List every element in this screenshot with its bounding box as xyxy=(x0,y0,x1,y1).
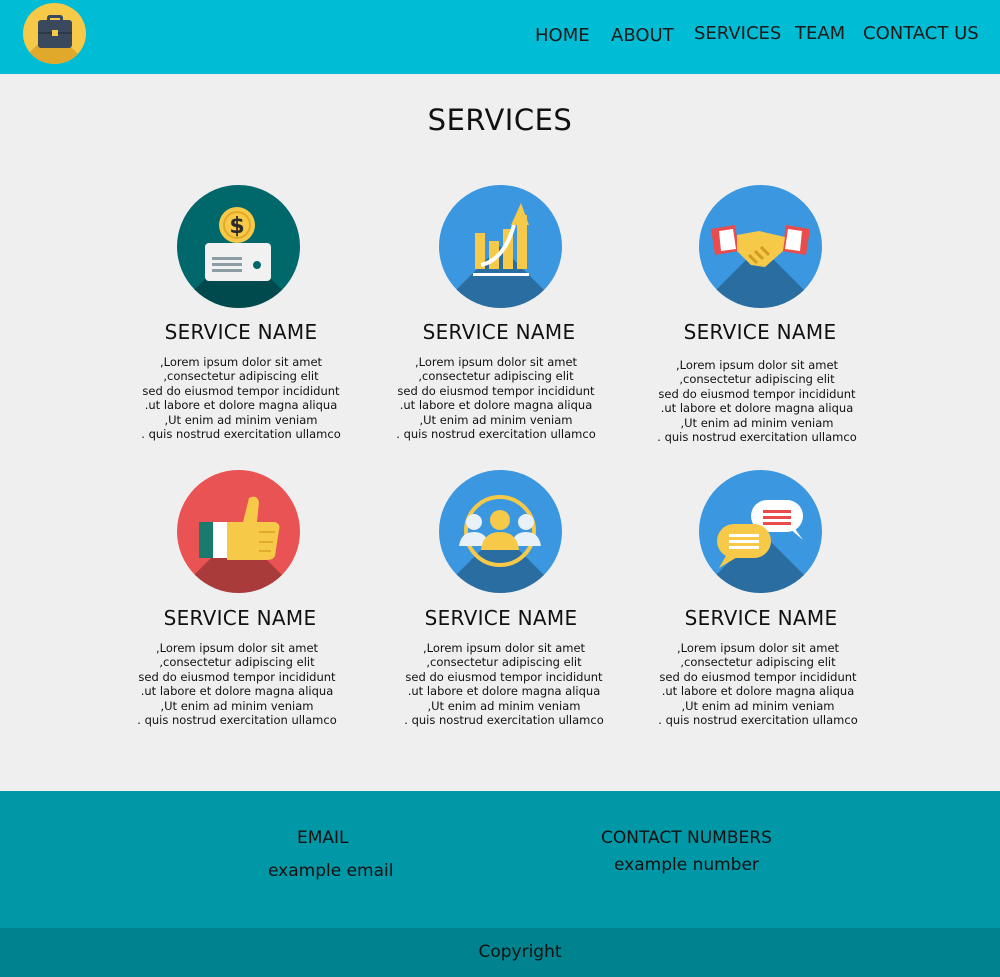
service-name: SERVICE NAME xyxy=(684,606,838,630)
nav-about[interactable]: ABOUT xyxy=(611,25,674,46)
chat-bubbles-icon xyxy=(699,470,822,593)
service-name: SERVICE NAME xyxy=(424,606,578,630)
page-title: SERVICES xyxy=(427,103,573,137)
email-label: EMAIL xyxy=(297,828,349,848)
service-name: SERVICE NAME xyxy=(164,320,318,344)
nav-team[interactable]: TEAM xyxy=(795,23,845,44)
contact-number-value[interactable]: example number xyxy=(614,855,759,875)
dollar-card-icon: $ xyxy=(177,185,300,308)
thumbs-up-icon xyxy=(177,470,300,593)
service-description: ,Lorem ipsum dolor sit amet ,consectetur… xyxy=(396,355,596,442)
service-description: ,Lorem ipsum dolor sit amet ,consectetur… xyxy=(657,358,857,445)
copyright-bar: Copyright xyxy=(0,928,1000,977)
site-footer: EMAIL example email CONTACT NUMBERS exam… xyxy=(0,791,1000,928)
nav-home[interactable]: HOME xyxy=(535,25,590,46)
briefcase-icon[interactable] xyxy=(23,3,86,64)
nav-contact-us[interactable]: CONTACT US xyxy=(863,23,979,44)
service-description: ,Lorem ipsum dolor sit amet ,consectetur… xyxy=(404,641,604,728)
service-description: ,Lorem ipsum dolor sit amet ,consectetur… xyxy=(141,355,341,442)
growth-chart-icon xyxy=(439,185,562,308)
service-name: SERVICE NAME xyxy=(163,606,317,630)
nav-services[interactable]: SERVICES xyxy=(694,23,781,44)
site-header: HOME ABOUT SERVICES TEAM CONTACT US xyxy=(0,0,1000,74)
service-name: SERVICE NAME xyxy=(683,320,837,344)
copyright-text: Copyright xyxy=(478,942,562,962)
email-value[interactable]: example email xyxy=(268,861,393,881)
team-people-icon xyxy=(439,470,562,593)
service-description: ,Lorem ipsum dolor sit amet ,consectetur… xyxy=(658,641,858,728)
service-description: ,Lorem ipsum dolor sit amet ,consectetur… xyxy=(137,641,337,728)
service-name: SERVICE NAME xyxy=(422,320,576,344)
contact-numbers-label: CONTACT NUMBERS xyxy=(601,828,772,848)
svg-text:$: $ xyxy=(229,214,244,239)
handshake-icon xyxy=(699,185,822,308)
